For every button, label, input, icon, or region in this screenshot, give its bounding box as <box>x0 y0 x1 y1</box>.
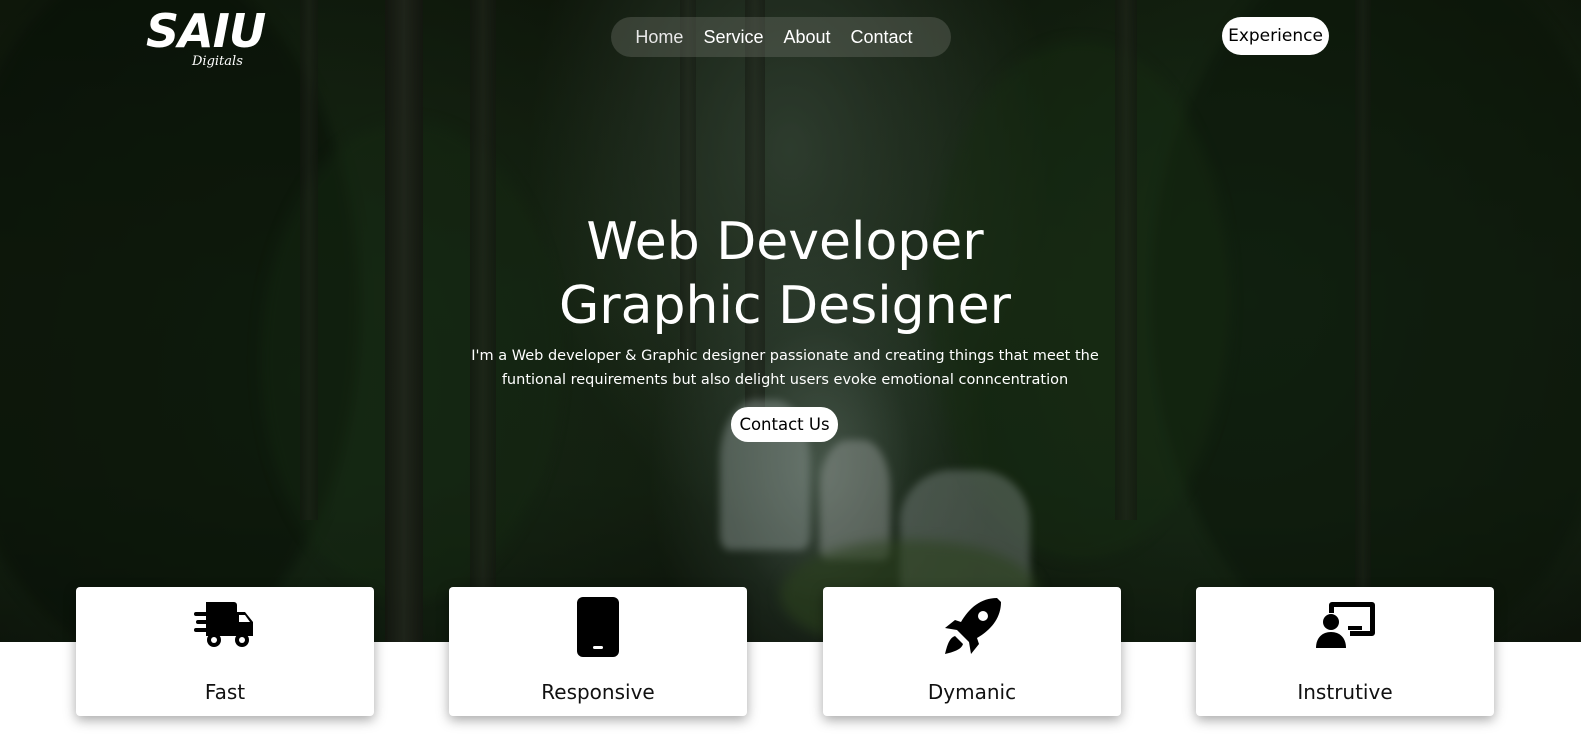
mobile-phone-icon <box>449 596 747 658</box>
hero-description-line1: I'm a Web developer & Graphic designer p… <box>471 348 1099 364</box>
feature-card-dynamic: Dymanic <box>823 587 1121 716</box>
feature-label: Responsive <box>541 680 655 704</box>
nav-item-about[interactable]: About <box>783 27 830 48</box>
feature-card-instructive: Instrutive <box>1196 587 1494 716</box>
feature-label: Fast <box>204 680 246 704</box>
delivery-truck-icon <box>76 596 374 658</box>
hero-title-line1: Web Developer <box>586 212 984 272</box>
nav-item-service[interactable]: Service <box>703 27 763 48</box>
hero-description-line2: funtional requirements but also delight … <box>501 372 1069 388</box>
feature-card-fast: Fast <box>76 587 374 716</box>
experience-button[interactable]: Experience <box>1222 17 1329 55</box>
feature-card-responsive: Responsive <box>449 587 747 716</box>
hero-title-line2: Graphic Designer <box>559 276 1011 336</box>
feature-label: Dymanic <box>927 680 1017 704</box>
logo-sub-text: Digitals <box>192 54 243 69</box>
feature-label: Instrutive <box>1297 680 1393 704</box>
nav-item-contact[interactable]: Contact <box>851 27 913 48</box>
hero-title: Web Developer Graphic Designer <box>0 210 1570 338</box>
logo-main-text: SAIU <box>146 4 266 58</box>
teacher-icon <box>1196 596 1494 658</box>
main-nav: Home Service About Contact <box>611 17 951 57</box>
nav-item-home[interactable]: Home <box>635 27 683 48</box>
contact-us-button[interactable]: Contact Us <box>731 407 838 442</box>
rocket-icon <box>823 596 1121 658</box>
hero-description: I'm a Web developer & Graphic designer p… <box>470 344 1100 392</box>
site-logo[interactable]: SAIU Digitals <box>146 4 286 76</box>
